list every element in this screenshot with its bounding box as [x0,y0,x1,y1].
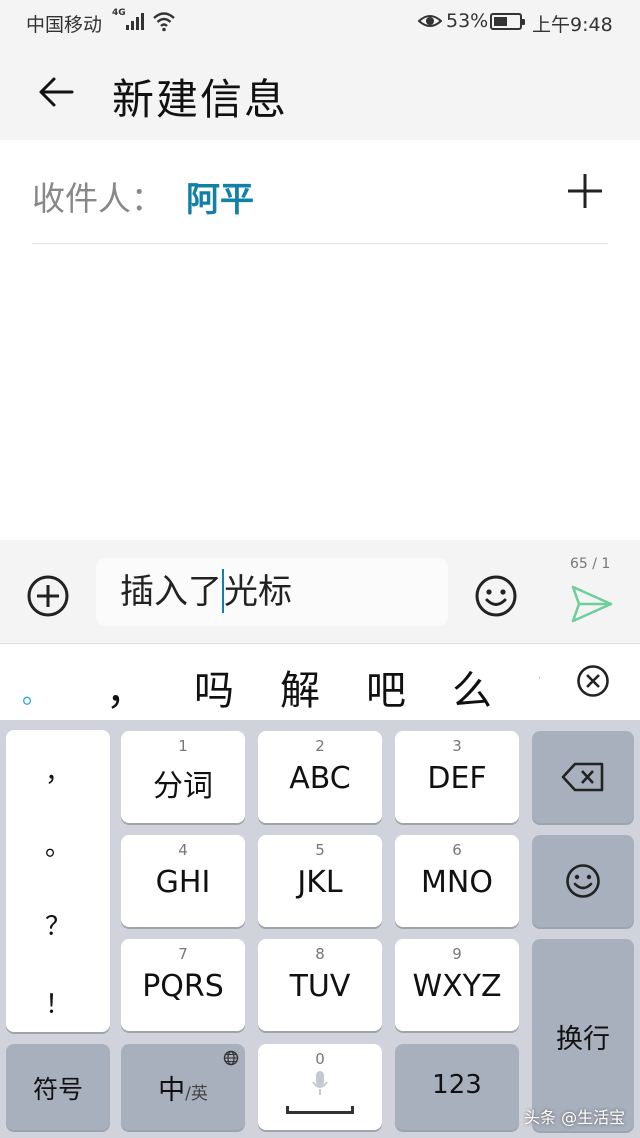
eye-comfort-icon [418,15,442,27]
key-number: 2 [315,737,325,755]
key-8[interactable]: 8 TUV [258,939,382,1031]
key-3[interactable]: 3 DEF [395,731,519,823]
key-label: MNO [421,865,493,900]
candidate-item[interactable]: 。 [22,674,48,711]
backspace-icon [561,762,604,792]
add-recipient-icon[interactable] [566,172,604,210]
key-label: WXYZ [412,969,502,1004]
recipient-label: 收件人： [32,179,164,218]
smiley-icon [566,864,600,898]
key-number: 9 [452,945,462,963]
punct-key-exclaim[interactable]: ！ [6,984,110,1021]
numbers-key-label: 123 [432,1070,482,1100]
key-1[interactable]: 1 分词 [121,731,245,823]
send-icon[interactable] [570,582,614,626]
carrier-name: 中国移动 [26,14,103,36]
key-label: GHI [155,865,211,900]
key-label: DEF [427,761,487,796]
key-4[interactable]: 4 GHI [121,835,245,927]
signal-icon [126,12,148,30]
key-number: 0 [315,1050,325,1068]
key-5[interactable]: 5 JKL [258,835,382,927]
sms-counter: 65 / 1 [570,556,611,572]
recipient-chip[interactable]: 阿平 [186,172,254,221]
punct-key-question[interactable]: ？ [6,906,110,943]
key-number: 7 [178,945,188,963]
key-9[interactable]: 9 WXYZ [395,939,519,1031]
candidate-item[interactable]: 么 [452,658,492,716]
language-label: 中/英 [121,1068,245,1107]
back-arrow-icon[interactable] [36,72,76,112]
candidate-item[interactable]: ， [106,658,146,716]
candidate-item[interactable]: 吗 [194,658,234,716]
punct-key-period[interactable]: 。 [6,826,110,863]
key-label: 分词 [153,769,213,804]
numbers-key[interactable]: 123 [395,1044,519,1130]
candidate-item[interactable]: 吧 [366,658,406,716]
key-number: 5 [315,841,325,859]
key-label: ABC [289,761,351,796]
wifi-icon [153,12,175,32]
add-attachment-icon[interactable] [26,574,70,618]
clock: 上午9:48 [532,14,613,36]
page-title: 新建信息 [112,75,289,124]
punctuation-column: ， 。 ？ ！ [6,730,110,1032]
candidate-item[interactable]: 解 [280,658,320,716]
battery-percent: 53% [446,10,489,32]
key-label: TUV [289,969,351,1004]
key-label: PQRS [142,969,224,1004]
battery-icon [490,13,525,30]
recipient-row[interactable]: 收件人： 阿平 [32,140,608,244]
key-2[interactable]: 2 ABC [258,731,382,823]
key-label: JKL [297,865,343,900]
backspace-key[interactable] [532,731,634,823]
key-7[interactable]: 7 PQRS [121,939,245,1031]
message-composer: 插入了光标 65 / 1 [0,540,640,644]
t9-keyboard: ， 。 ？ ！ 1 分词 2 ABC 3 DEF 4 GHI 5 JKL 6 M… [0,720,640,1138]
language-main: 中 [158,1075,186,1106]
candidate-bar: 。 ， 吗 解 吧 么 ？ [0,644,640,720]
punct-key-comma[interactable]: ， [6,752,110,789]
close-candidates-icon[interactable] [576,664,610,698]
space-key[interactable]: 0 [258,1044,382,1130]
app-header: 新建信息 [0,44,640,140]
watermark: 头条 @生活宝 [524,1108,626,1127]
enter-key[interactable]: 换行 [532,939,634,1131]
network-type: 4G [112,8,126,18]
key-number: 1 [178,737,188,755]
message-text-after-cursor: 光标 [224,572,292,612]
candidate-fade [540,644,560,720]
symbols-key[interactable]: 符号 [6,1044,110,1130]
message-input[interactable]: 插入了光标 [96,558,448,626]
language-alt: /英 [185,1084,208,1104]
language-switch-key[interactable]: 中/英 [121,1044,245,1130]
key-number: 3 [452,737,462,755]
emoji-icon[interactable] [474,574,518,618]
status-bar: 中国移动 4G 53% 上午9:48 [0,0,640,44]
key-6[interactable]: 6 MNO [395,835,519,927]
globe-icon [223,1050,239,1066]
enter-key-label: 换行 [556,1024,610,1055]
symbols-key-label: 符号 [32,1075,83,1104]
key-number: 8 [315,945,325,963]
microphone-icon [312,1071,328,1095]
key-number: 6 [452,841,462,859]
space-bar-icon [286,1106,354,1114]
emoji-key[interactable] [532,835,634,927]
key-number: 4 [178,841,188,859]
message-text-before-cursor: 插入了 [120,572,222,612]
